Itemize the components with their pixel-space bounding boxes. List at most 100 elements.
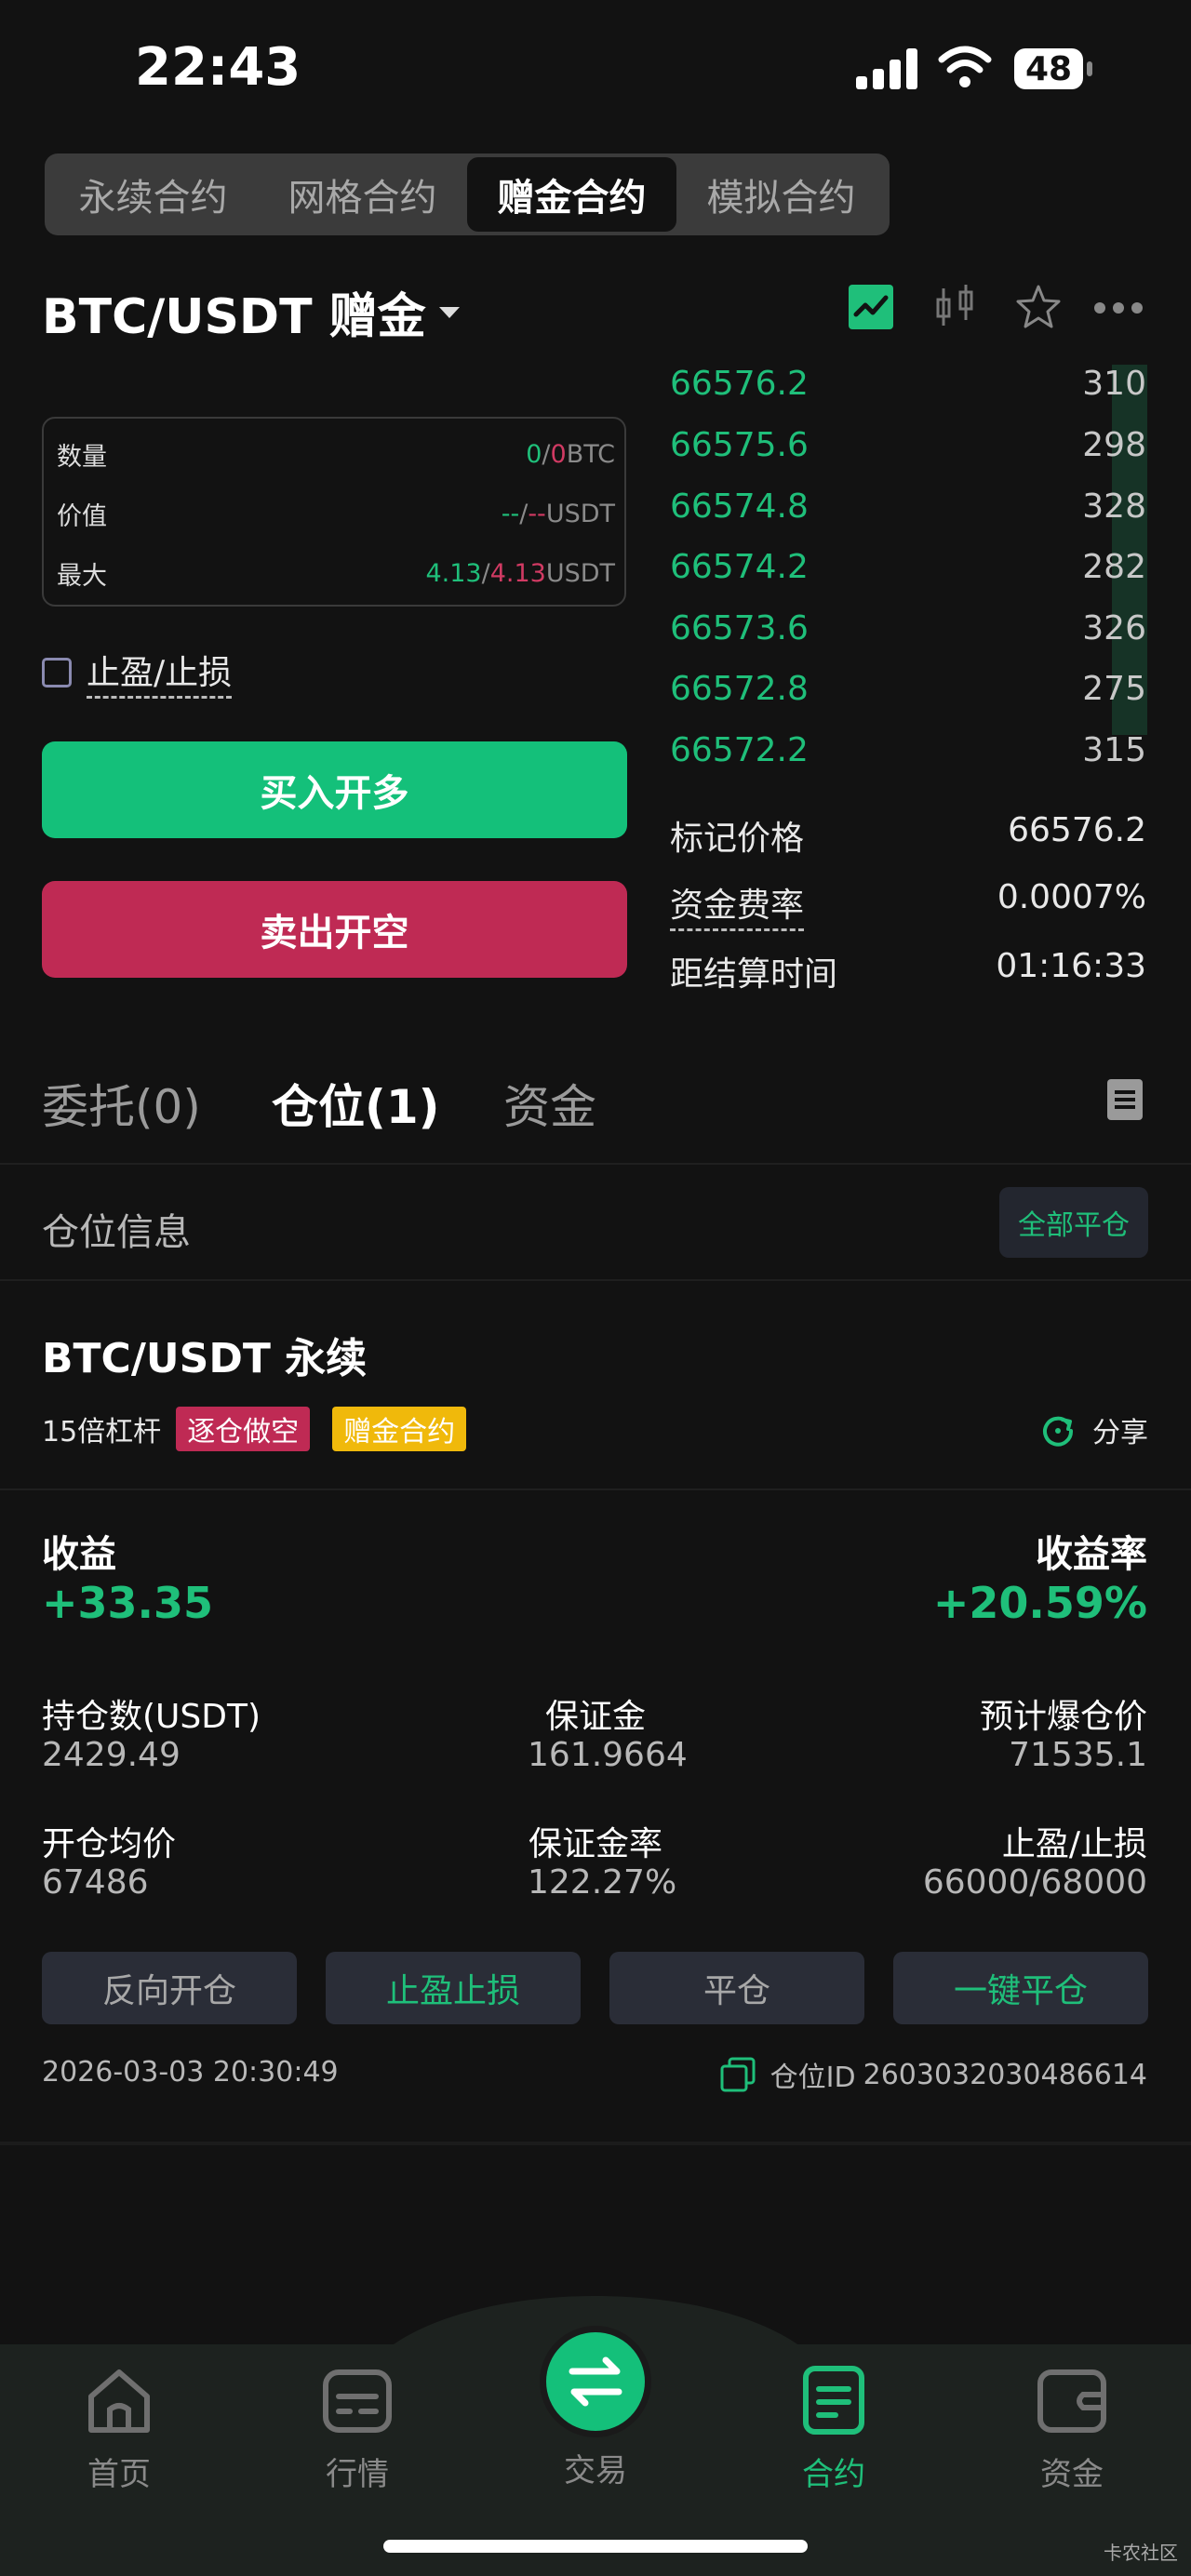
liq-price-label: 预计爆仓价 xyxy=(979,1698,1147,1736)
entry-price-label: 开仓均价 xyxy=(42,1825,177,1863)
position-timestamp: 2026-03-03 20:30:49 xyxy=(42,2056,339,2089)
reverse-open-button[interactable]: 反向开仓 xyxy=(42,1952,297,2024)
info-label: 价值 xyxy=(57,501,107,531)
nav-label: 行情 xyxy=(326,2456,389,2493)
nav-label: 资金 xyxy=(1040,2456,1104,2493)
close-position-button[interactable]: 平仓 xyxy=(609,1952,864,2024)
battery-icon: 48 xyxy=(1014,48,1083,89)
candlestick-icon[interactable] xyxy=(934,283,977,331)
contract-type-tabs: 永续合约 网格合约 赠金合约 模拟合约 xyxy=(45,153,890,235)
tab-grid[interactable]: 网格合约 xyxy=(258,157,467,232)
bonus-tag: 赠金合约 xyxy=(332,1407,467,1451)
nav-label: 首页 xyxy=(87,2456,151,2493)
home-icon xyxy=(88,2369,150,2433)
more-icon[interactable] xyxy=(1094,302,1143,314)
entry-price-value: 67486 xyxy=(42,1863,149,1902)
orderbook-row[interactable]: 66575.6 298 xyxy=(670,418,1146,472)
sell-short-button[interactable]: 卖出开空 xyxy=(42,881,627,978)
signal-icon xyxy=(856,48,921,89)
funding-rate-label[interactable]: 资金费率 xyxy=(670,878,805,931)
caret-down-icon xyxy=(438,306,460,318)
orderbook-row[interactable]: 66573.6 326 xyxy=(670,601,1146,655)
settle-time-value: 01:16:33 xyxy=(996,947,1146,985)
nav-trade[interactable]: 交易 xyxy=(521,2326,670,2490)
tpsl-checkbox-row[interactable]: 止盈/止损 xyxy=(42,646,233,699)
pnl-label: 收益 xyxy=(42,1533,116,1576)
size-value: 2429.49 xyxy=(42,1736,181,1774)
nav-label: 合约 xyxy=(802,2456,865,2493)
contract-icon xyxy=(803,2366,864,2435)
home-indicator xyxy=(383,2540,808,2553)
tab-bonus[interactable]: 赠金合约 xyxy=(467,157,676,232)
chart-icon[interactable] xyxy=(849,285,893,329)
info-value: 4.13/4.13USDT xyxy=(425,558,615,588)
one-click-close-button[interactable]: 一键平仓 xyxy=(893,1952,1148,2024)
info-label: 最大 xyxy=(57,561,107,591)
nav-contract[interactable]: 合约 xyxy=(759,2363,908,2494)
wallet-icon xyxy=(1037,2369,1106,2433)
tpsl-button[interactable]: 止盈止损 xyxy=(326,1952,581,2024)
buy-long-button[interactable]: 买入开多 xyxy=(42,741,627,838)
watermark: 卡农社区 xyxy=(1104,2542,1178,2564)
position-id-label: 仓位ID xyxy=(769,2062,856,2094)
info-value: --/--USDT xyxy=(501,499,615,528)
status-time: 22:43 xyxy=(135,37,301,98)
orderbook-row[interactable]: 66576.2 310 xyxy=(670,356,1146,410)
info-value: 0/0BTC xyxy=(526,439,615,469)
funding-rate-value: 0.0007% xyxy=(997,878,1146,916)
size-label: 持仓数(USDT) xyxy=(42,1698,261,1736)
checkbox[interactable] xyxy=(42,657,72,687)
share-button[interactable]: 分享 xyxy=(1040,1409,1148,1450)
tab-perpetual[interactable]: 永续合约 xyxy=(48,157,258,232)
mark-price-label: 标记价格 xyxy=(670,820,805,858)
share-icon xyxy=(1043,1416,1074,1447)
orderbook-row[interactable]: 66574.2 282 xyxy=(670,540,1146,594)
orderbook-row[interactable]: 66572.2 315 xyxy=(670,723,1146,777)
tab-funds[interactable]: 资金 xyxy=(503,1070,596,1137)
battery-tip xyxy=(1087,61,1092,76)
tpsl-label-position: 止盈/止损 xyxy=(1001,1825,1147,1863)
roe-value: +20.59% xyxy=(932,1578,1147,1628)
close-all-button[interactable]: 全部平仓 xyxy=(999,1187,1148,1258)
leverage-label: 15倍杠杆 xyxy=(42,1416,162,1448)
margin-label: 保证金 xyxy=(545,1698,647,1736)
orderbook-row[interactable]: 66572.8 275 xyxy=(670,661,1146,715)
nav-funds[interactable]: 资金 xyxy=(997,2363,1146,2494)
margin-value: 161.9664 xyxy=(528,1736,688,1774)
trade-button[interactable] xyxy=(540,2326,651,2437)
margin-ratio-label: 保证金率 xyxy=(529,1825,663,1863)
tpsl-value: 66000/68000 xyxy=(922,1863,1147,1902)
pair-selector[interactable]: BTC/USDT 赠金 xyxy=(42,277,460,347)
mark-price-value: 66576.2 xyxy=(1008,811,1146,849)
star-icon[interactable] xyxy=(1014,283,1063,331)
position-symbol: BTC/USDT 永续 xyxy=(42,1335,368,1382)
position-tags: 15倍杠杆 逐仓做空 赠金合约 xyxy=(42,1407,467,1451)
tab-demo[interactable]: 模拟合约 xyxy=(676,157,886,232)
tab-positions[interactable]: 仓位(1) xyxy=(272,1070,440,1137)
nav-market[interactable]: 行情 xyxy=(283,2363,432,2494)
nav-label: 交易 xyxy=(564,2452,627,2489)
tpsl-label: 止盈/止损 xyxy=(87,646,233,699)
mark-price-row: 标记价格 66576.2 xyxy=(670,811,1146,860)
roe-label: 收益率 xyxy=(1036,1533,1147,1576)
pnl-value: +33.35 xyxy=(42,1578,214,1628)
position-id-value: 2603032030486614 xyxy=(863,2058,1147,2091)
swap-icon xyxy=(546,2332,645,2431)
nav-home[interactable]: 首页 xyxy=(45,2363,194,2494)
info-label: 数量 xyxy=(57,442,107,472)
settle-time-label: 距结算时间 xyxy=(670,955,838,994)
share-label: 分享 xyxy=(1092,1417,1148,1449)
info-row-quantity: 数量 0/0BTC xyxy=(57,435,615,473)
liq-price-value: 71535.1 xyxy=(1009,1736,1147,1774)
orderbook-row[interactable]: 66574.8 328 xyxy=(670,479,1146,533)
copy-icon[interactable] xyxy=(720,2057,756,2092)
margin-ratio-value: 122.27% xyxy=(528,1863,677,1902)
funding-rate-row[interactable]: 资金费率 0.0007% xyxy=(670,878,1146,931)
document-icon[interactable] xyxy=(1107,1079,1143,1120)
tab-orders[interactable]: 委托(0) xyxy=(42,1070,201,1137)
market-icon xyxy=(323,2369,392,2433)
info-row-value: 价值 --/--USDT xyxy=(57,495,615,532)
battery-level: 48 xyxy=(1024,49,1073,88)
settle-time-row: 距结算时间 01:16:33 xyxy=(670,947,1146,995)
position-info-title: 仓位信息 xyxy=(42,1211,191,1254)
